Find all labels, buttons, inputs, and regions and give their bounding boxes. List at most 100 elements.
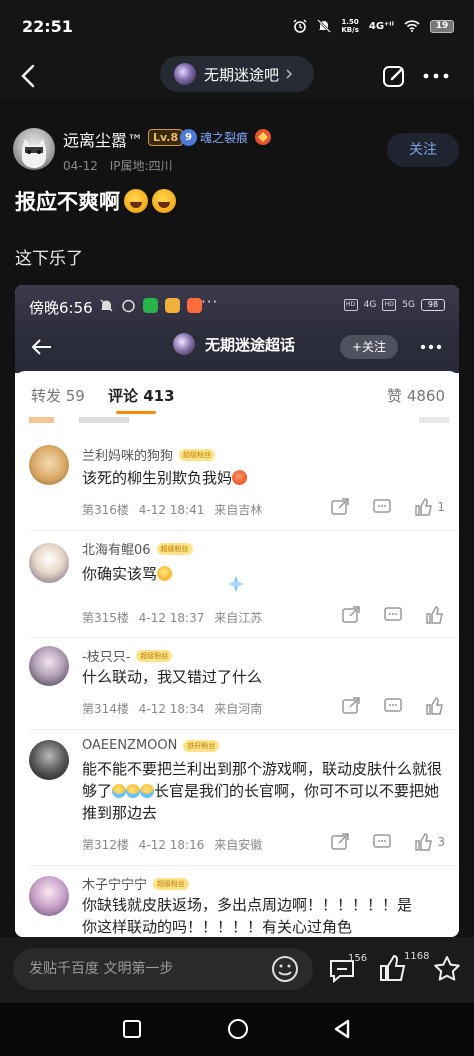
comment-username: -枝只只- <box>82 650 131 665</box>
thumbs-up-icon <box>426 697 443 715</box>
share-icon <box>342 606 360 623</box>
fan-badge: 9 魂之裂痕 <box>180 128 248 146</box>
reply-icon <box>384 607 402 621</box>
comment-source: 来自安徽 <box>214 838 263 852</box>
post-image[interactable]: 傍晚6:56 ··· HD 4G HD 5G 98 无期迷途超话 +关注 转发 … <box>15 285 459 937</box>
fan-title: 魂之裂痕 <box>200 130 249 145</box>
image-header: 傍晚6:56 ··· HD 4G HD 5G 98 无期迷途超话 +关注 <box>15 285 459 373</box>
status-time: 22:51 <box>22 17 73 36</box>
post-meta: 04-12 IP属地:四川 <box>63 157 173 174</box>
comment-text: 能不能不要把兰利出到那个游戏啊，联动皮肤什么就很够了 长官是我们的长官啊，你可不可… <box>82 760 443 822</box>
comment-item: -枝只只- 超级粉丝 什么联动，我又错过了什么 第314楼 4-12 18:34… <box>15 638 459 730</box>
image-status-right: HD 4G HD 5G 98 <box>343 299 445 311</box>
comment-source: 来自河南 <box>214 702 263 716</box>
battery-indicator: 19 <box>430 19 454 33</box>
comment-date: 4-12 18:41 <box>138 503 205 517</box>
fan-badge-small: 超级粉丝 <box>179 448 216 461</box>
post-title-row: 报应不爽啊 <box>15 186 176 216</box>
comment-username-row: OAEENZMOON 铁杆粉丝 <box>82 738 220 753</box>
angry-emoji-icon <box>232 470 248 485</box>
comment-date: 4-12 18:37 <box>138 611 205 625</box>
comment-username: 兰利妈咪的狗狗 <box>82 449 174 464</box>
image-title-avatar <box>173 333 195 355</box>
comment-floor: 第312楼 <box>82 838 129 852</box>
comment-meta: 第316楼 4-12 18:41 来自吉林 <box>82 501 262 518</box>
comment-actions: 3 <box>330 833 445 851</box>
wechat-icon <box>143 298 158 313</box>
app-icon <box>187 298 202 313</box>
fan-level-number: 9 <box>180 128 197 146</box>
level-badge: Lv.8 <box>148 129 184 146</box>
rofl-emoji-icon <box>152 189 176 213</box>
system-back-icon[interactable] <box>333 1019 351 1039</box>
tab-repost: 转发 59 <box>31 387 85 405</box>
comment-item: 兰利妈咪的狗狗 超级粉丝 该死的柳生别欺负我妈 第316楼 4-12 18:41… <box>15 431 459 531</box>
tab-underline <box>116 411 156 414</box>
comment-source: 来自吉林 <box>214 503 263 517</box>
comment-item: 北海有鲲06 超级粉丝 你确实该骂 第315楼 4-12 18:37 来自江苏 <box>15 531 459 638</box>
reply-input[interactable] <box>29 948 269 990</box>
image-status-icons <box>99 298 202 313</box>
reply-icon <box>384 698 402 712</box>
fan-badge-small: 超级粉丝 <box>156 542 193 555</box>
emoji-icon[interactable] <box>270 954 300 984</box>
comment-actions: 1 <box>330 498 445 516</box>
share-icon <box>342 697 360 714</box>
image-tabs: 转发 59 评论 413 赞 4860 <box>15 371 459 421</box>
image-follow-button: +关注 <box>340 335 398 359</box>
cat-avatar-icon <box>22 139 46 168</box>
fan-badge-small: 铁杆粉丝 <box>183 739 220 752</box>
comment-actions <box>341 606 445 624</box>
tab-comment: 评论 413 <box>108 387 175 405</box>
reply-input-pill[interactable] <box>13 948 313 990</box>
image-title: 无期迷途超话 <box>205 335 296 354</box>
rofl-emoji-icon <box>124 189 148 213</box>
author-avatar[interactable] <box>13 128 55 170</box>
reply-icon <box>373 499 392 513</box>
system-nav <box>0 1003 474 1056</box>
back-arrow-icon[interactable] <box>16 62 42 90</box>
comment-username-row: 北海有鲲06 超级粉丝 <box>82 539 193 558</box>
image-battery: 98 <box>421 299 445 311</box>
edit-icon[interactable] <box>380 62 408 90</box>
reply-icon <box>373 834 392 848</box>
image-status-time: 傍晚6:56 <box>29 299 93 317</box>
forum-pill[interactable]: 无期迷途吧 <box>160 56 314 92</box>
author-name[interactable]: 远离尘嚣™ <box>63 127 143 151</box>
like-group: 1 <box>414 498 445 516</box>
comment-floor: 第316楼 <box>82 503 129 517</box>
comment-avatar <box>29 543 69 583</box>
signal-indicator: 4G⁺ᴵᴵ <box>368 20 394 32</box>
net-speed: 1.50 KB/s <box>341 18 359 34</box>
image-title-wrap: 无期迷途超话 <box>173 333 295 355</box>
post-body: 这下乐了 <box>15 249 83 269</box>
comment-username-row: -枝只只- 超级粉丝 <box>82 646 173 665</box>
sparkle-icon <box>228 576 244 592</box>
home-button[interactable] <box>228 1019 248 1039</box>
comment-username-row: 兰利妈咪的狗狗 超级粉丝 <box>82 445 216 464</box>
mute-bell-icon <box>317 19 332 33</box>
comment-username: 北海有鲲06 <box>82 543 151 558</box>
comment-text: 该死的柳生别欺负我妈 <box>82 467 450 489</box>
post-date: 04-12 <box>63 159 98 173</box>
comment-avatar <box>29 646 69 686</box>
follow-button[interactable]: 关注 <box>387 133 459 167</box>
app-icon <box>165 298 180 313</box>
comment-username-row: 木子宁宁宁 超级粉丝 <box>82 874 190 893</box>
comment-avatar <box>29 445 69 485</box>
post-ip-location: IP属地:四川 <box>109 159 173 173</box>
like-count: 3 <box>437 835 445 849</box>
more-icon[interactable] <box>422 70 450 82</box>
comment-date: 4-12 18:16 <box>138 838 205 852</box>
top-nav: 无期迷途吧 <box>0 52 474 100</box>
chevron-right-icon <box>286 69 293 79</box>
comment-count: 156 <box>348 953 368 964</box>
recent-apps-button[interactable] <box>123 1020 141 1038</box>
share-icon <box>331 498 350 515</box>
comment-item: OAEENZMOON 铁杆粉丝 能不能不要把兰利出到那个游戏啊，联动皮肤什么就很… <box>15 730 459 866</box>
star-icon[interactable] <box>432 954 462 984</box>
post-title: 报应不爽啊 <box>15 190 120 214</box>
comment-floor: 第315楼 <box>82 611 129 625</box>
fan-badge-small: 超级粉丝 <box>136 649 173 662</box>
image-signal-5g: 5G <box>402 300 415 310</box>
